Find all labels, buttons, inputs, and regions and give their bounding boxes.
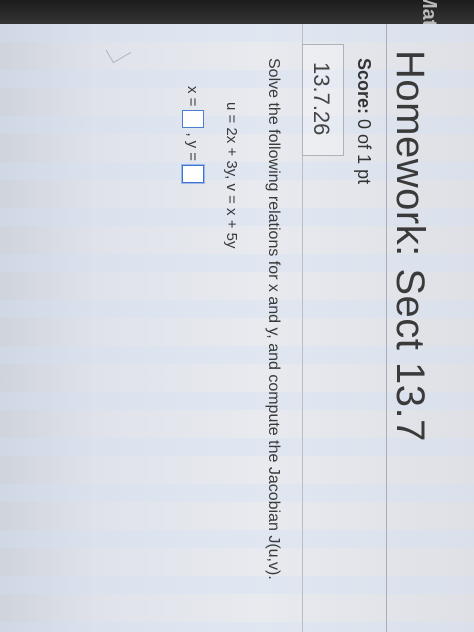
score-value: 0 of 1 pt [354, 119, 374, 185]
score-label: Score: [354, 58, 374, 115]
x-answer-input[interactable] [182, 110, 204, 129]
page-title: Homework: Sect 13.7 [388, 50, 432, 442]
question-number: 13.7.26 [309, 62, 334, 136]
homework-screen: Homework: Sect 13.7 Score: 0 of 1 pt 13.… [0, 24, 474, 632]
score-display: Score: 0 of 1 pt [353, 58, 374, 184]
y-label: y = [184, 140, 202, 162]
pencil-icon[interactable] [105, 39, 132, 64]
y-answer-input[interactable] [182, 165, 204, 184]
question-relations: u = 2x + 3y, v = x + 5y [223, 102, 240, 249]
question-prompt: Solve the following relations for x and … [265, 58, 282, 580]
answer-row: x = , y = [182, 86, 204, 184]
answer-separator: , [184, 132, 202, 137]
x-label: x = [184, 86, 202, 107]
